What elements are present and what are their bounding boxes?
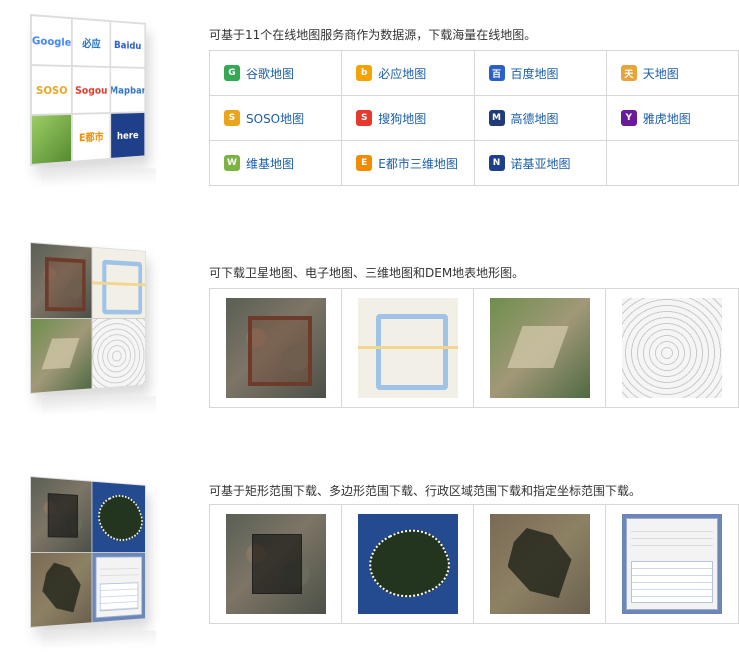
sogou-maps-icon: S: [356, 110, 373, 126]
tianditu-icon: 天: [620, 65, 637, 81]
satellite-map-image: [225, 298, 326, 398]
provider-logo-grid: Google 必应 Baidu SOSO Sogou Mapbar E都市 here: [30, 15, 146, 165]
download-range-section: 可基于矩形范围下载、多边形范围下载、行政区域范围下载和指定坐标范围下载。: [0, 470, 739, 668]
image-cell: [606, 505, 738, 623]
hero-polygon-range-tile: [91, 481, 146, 552]
provider-link[interactable]: M 高德地图: [488, 110, 606, 127]
soso-maps-icon: S: [224, 110, 240, 126]
provider-label: 雅虎地图: [642, 111, 691, 126]
provider-logo: [30, 113, 73, 165]
nokia-maps-icon: N: [488, 155, 505, 171]
hero-rect-range-tile: [30, 477, 92, 552]
provider-logo: here: [110, 112, 146, 159]
coordinate-range-dialog-image: [622, 514, 722, 614]
provider-cell[interactable]: E E都市三维地图: [341, 140, 475, 186]
download-range-hero-image: [22, 476, 182, 649]
provider-cell[interactable]: S SOSO地图: [208, 95, 343, 141]
dem-terrain-image: [622, 298, 722, 398]
provider-cell: [605, 140, 739, 186]
provider-label: 谷歌地图: [246, 66, 295, 81]
provider-cell[interactable]: b 必应地图: [341, 50, 475, 96]
hero-reflection: [41, 167, 156, 187]
map-types-description: 可下载卫星地图、电子地图、三维地图和DEM地表地形图。: [209, 266, 525, 280]
provider-label: SOSO地图: [246, 111, 305, 126]
bing-maps-icon: b: [356, 65, 373, 81]
provider-link[interactable]: W 维基地图: [224, 155, 341, 172]
yahoo-maps-icon: Y: [620, 110, 637, 126]
provider-label: 天地图: [642, 66, 679, 81]
image-cell: [342, 289, 474, 407]
hero-vector-tile: [91, 247, 146, 318]
provider-link[interactable]: S 搜狗地图: [356, 110, 473, 127]
image-cell: [606, 289, 738, 407]
provider-label: 百度地图: [510, 66, 559, 81]
provider-label: E都市三维地图: [378, 156, 458, 171]
provider-link[interactable]: 百百度地图: [488, 65, 606, 82]
electronic-map-image: [357, 298, 458, 398]
provider-cell[interactable]: 天天地图: [605, 50, 739, 96]
image-cell: [474, 505, 606, 623]
provider-link[interactable]: b 必应地图: [356, 65, 473, 82]
provider-link[interactable]: Y 雅虎地图: [620, 110, 738, 127]
provider-cell[interactable]: N 诺基亚地图: [473, 140, 607, 186]
provider-link[interactable]: E E都市三维地图: [356, 155, 473, 172]
gaode-maps-icon: M: [488, 110, 505, 126]
provider-logo: 必应: [72, 18, 111, 68]
provider-cell[interactable]: W 维基地图: [208, 140, 343, 186]
provider-cell[interactable]: M 高德地图: [473, 95, 607, 141]
provider-label: 高德地图: [510, 111, 559, 126]
polygon-range-image: [357, 514, 458, 614]
provider-link[interactable]: S SOSO地图: [224, 110, 341, 127]
hero-dem-tile: [91, 318, 146, 389]
provider-row: G 谷歌地图 b 必应地图百百度地图天天地图: [208, 50, 739, 96]
provider-cell[interactable]: Y 雅虎地图: [605, 95, 739, 141]
edushi-maps-icon: E: [356, 155, 373, 171]
provider-link[interactable]: 天天地图: [620, 65, 738, 82]
provider-cell[interactable]: 百百度地图: [473, 50, 607, 96]
provider-table: G 谷歌地图 b 必应地图百百度地图天天地图 S SOSO地图 S 搜狗地图 M 高德地图 Y 雅虎地…: [208, 50, 739, 186]
provider-label: 搜狗地图: [378, 111, 427, 126]
region-range-image: [489, 514, 590, 614]
providers-section: Google 必应 Baidu SOSO Sogou Mapbar E都市 here 可基于1…: [0, 0, 739, 200]
download-range-description: 可基于矩形范围下载、多边形范围下载、行政区域范围下载和指定坐标范围下载。: [209, 484, 642, 498]
download-range-image-row: [209, 504, 739, 624]
provider-logo: Baidu: [110, 21, 146, 68]
provider-logo: Google: [30, 15, 73, 67]
image-cell: [210, 289, 342, 407]
rectangle-range-image: [225, 514, 326, 614]
provider-logo: E都市: [72, 112, 111, 162]
image-cell: [210, 505, 342, 623]
google-maps-icon: G: [224, 65, 240, 81]
image-cell: [474, 289, 606, 407]
hero-reflection: [41, 629, 156, 649]
providers-description: 可基于11个在线地图服务商作为数据源，下载海量在线地图。: [209, 28, 537, 42]
wiki-maps-icon: W: [224, 155, 240, 171]
baidu-maps-icon: 百: [488, 65, 505, 81]
provider-link[interactable]: G 谷歌地图: [224, 65, 341, 82]
map-types-hero-image: [22, 242, 182, 415]
3d-map-image: [489, 298, 590, 398]
hero-coordinate-dialog-tile: [91, 552, 146, 623]
provider-cell[interactable]: S 搜狗地图: [341, 95, 475, 141]
provider-label: 诺基亚地图: [510, 156, 571, 171]
provider-label: 维基地图: [246, 156, 295, 171]
provider-logo: SOSO: [30, 65, 73, 115]
map-types-image-row: [209, 288, 739, 408]
map-types-section: 可下载卫星地图、电子地图、三维地图和DEM地表地形图。: [0, 228, 739, 428]
provider-cell[interactable]: G 谷歌地图: [208, 50, 343, 96]
hero-region-range-tile: [30, 552, 92, 627]
hero-3d-tile: [30, 318, 92, 393]
provider-row: S SOSO地图 S 搜狗地图 M 高德地图 Y 雅虎地图: [208, 95, 739, 141]
provider-logo: Mapbar: [110, 67, 146, 113]
image-cell: [342, 505, 474, 623]
provider-row: W 维基地图 E E都市三维地图 N 诺基亚地图: [208, 140, 739, 186]
providers-hero-image: Google 必应 Baidu SOSO Sogou Mapbar E都市 here: [22, 14, 182, 187]
hero-reflection: [41, 395, 156, 415]
provider-logo: Sogou: [72, 66, 111, 114]
provider-link[interactable]: N 诺基亚地图: [488, 155, 606, 172]
hero-satellite-tile: [30, 243, 92, 318]
provider-label: 必应地图: [378, 66, 427, 81]
